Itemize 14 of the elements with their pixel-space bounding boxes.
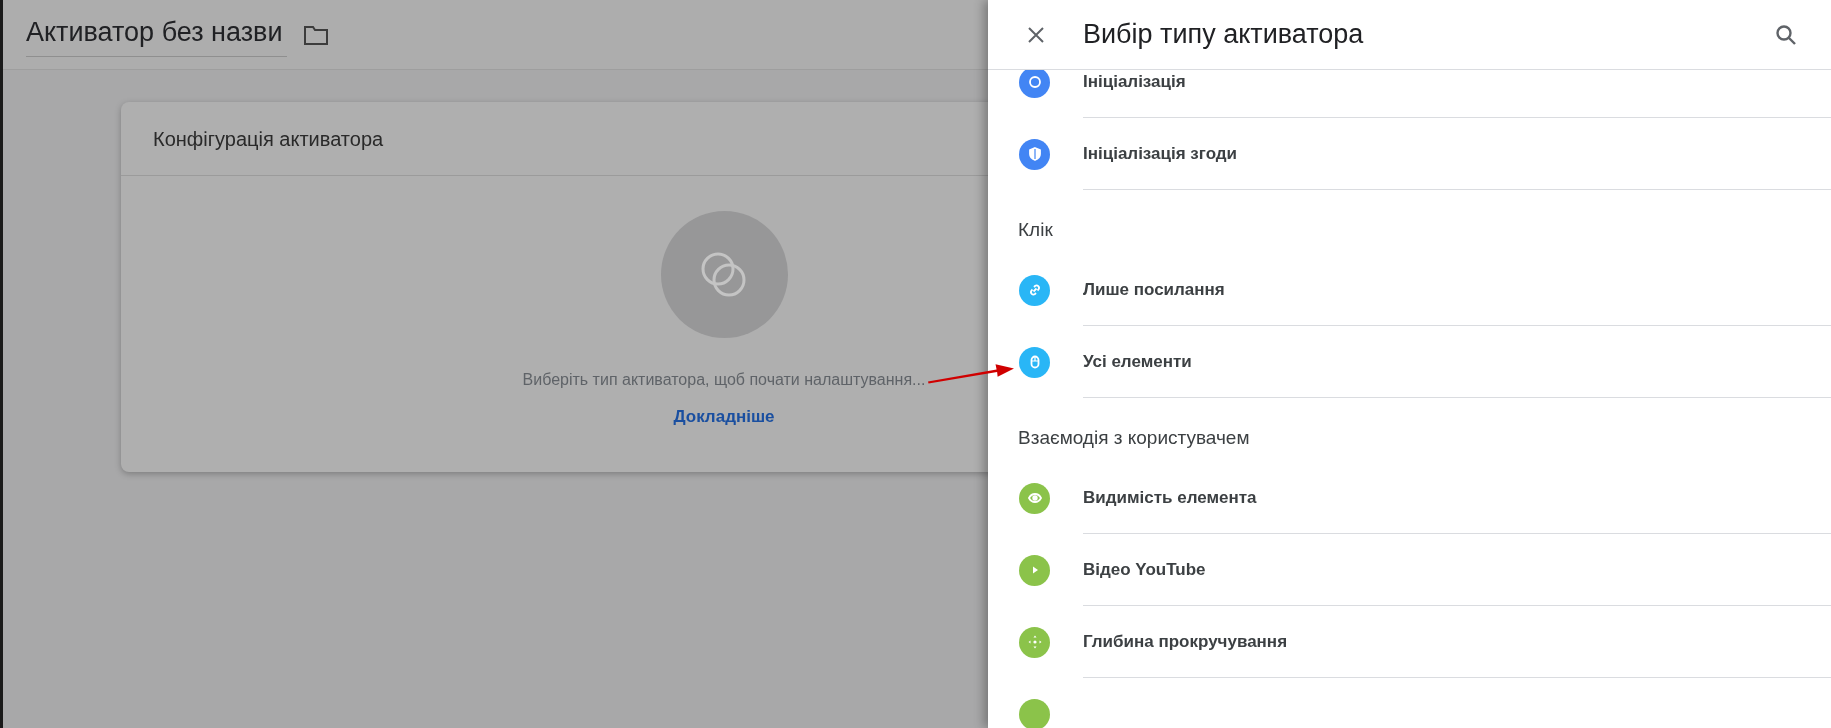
section-heading: Клік [1018,217,1053,242]
section-heading: Взаємодія з користувачем [1018,425,1250,450]
trigger-type-item[interactable]: Ініціалізація [988,70,1831,118]
trigger-type-item[interactable]: Ініціалізація згоди [988,118,1831,190]
panel-title: Вибір типу активатора [1083,18,1365,52]
trigger-type-item[interactable]: Глибина прокручування [988,606,1831,678]
trigger-type-item[interactable]: Відео YouTube [988,534,1831,606]
trigger-type-item[interactable]: Усі елементи [988,326,1831,398]
learn-more-link[interactable]: Докладніше [673,404,775,430]
hint-text: Виберіть тип активатора, щоб почати налаштування... [522,370,926,390]
trigger-name-field[interactable]: Активатор без назви [26,12,287,57]
trigger-type-item[interactable]: Видимість елемента [988,462,1831,534]
card-title: Конфігурація активатора [153,126,384,152]
trigger-type-item[interactable]: Лише посилання [988,254,1831,326]
